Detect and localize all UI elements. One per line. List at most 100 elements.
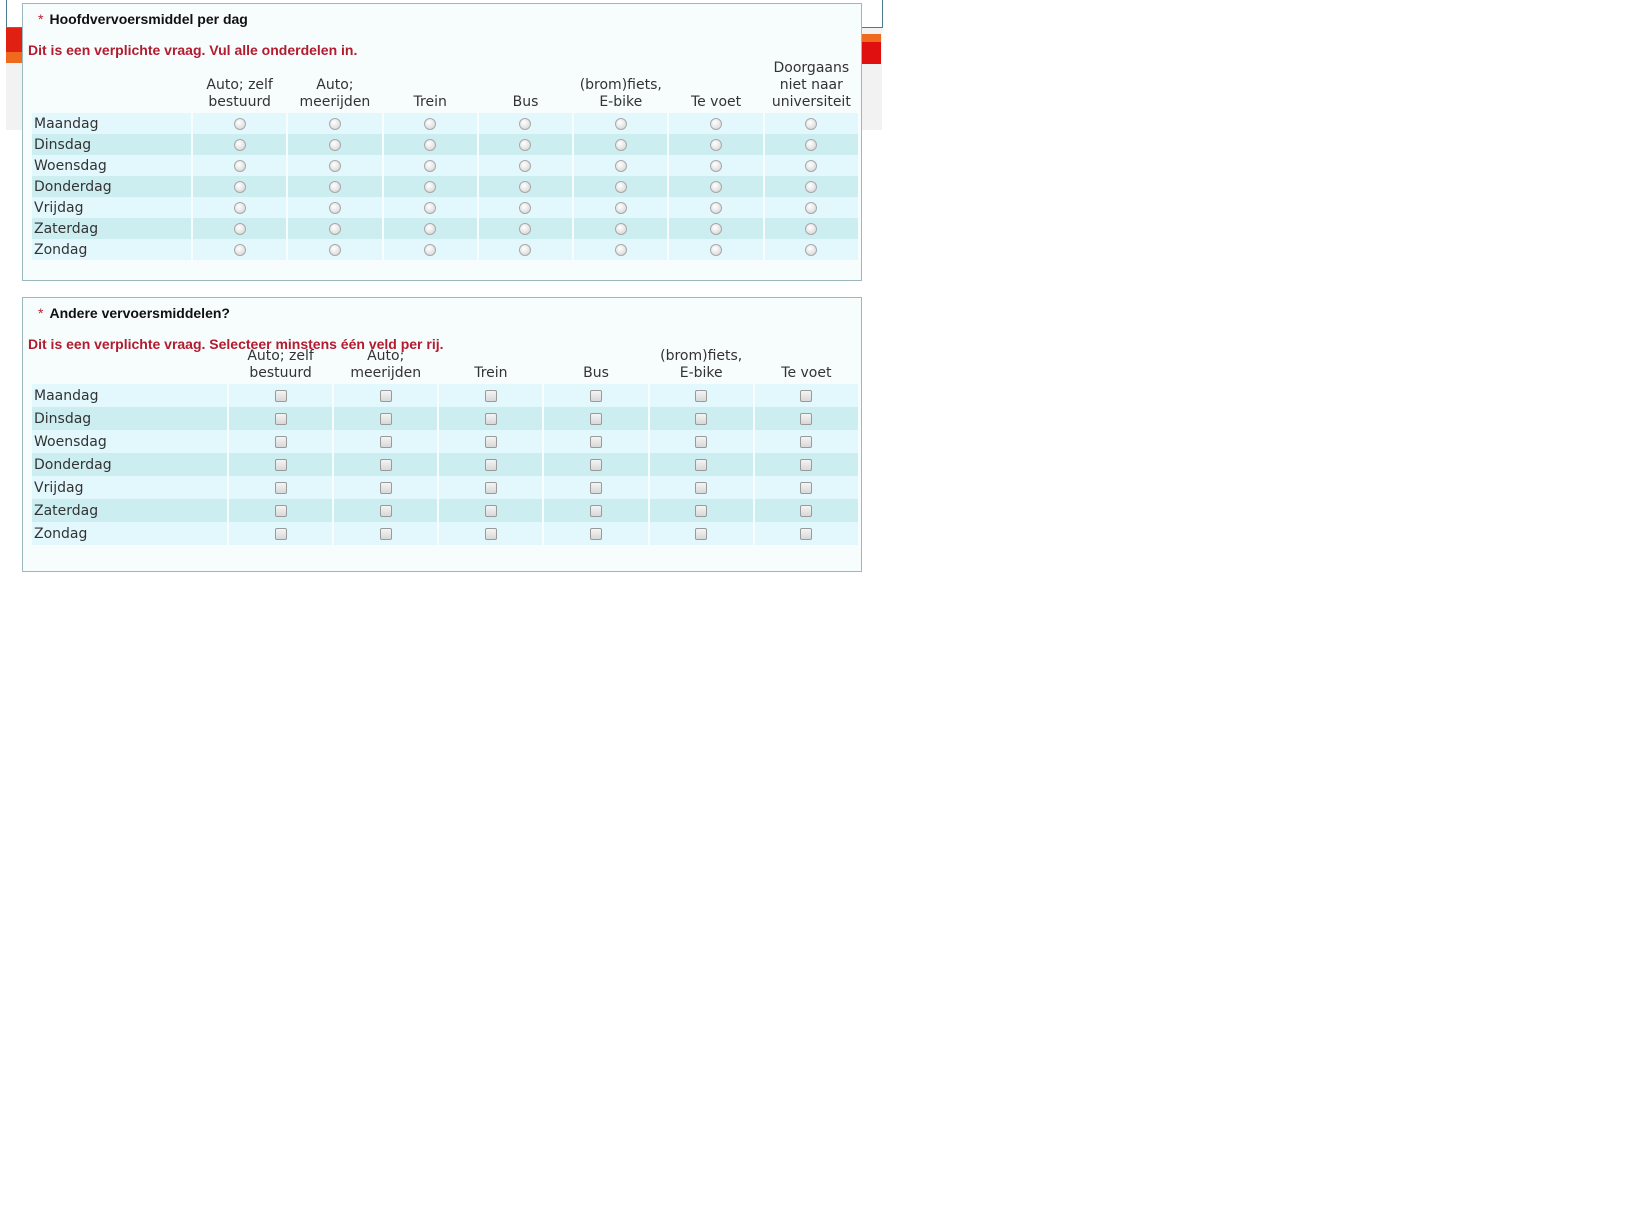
radio-button[interactable] (614, 201, 627, 214)
checkbox[interactable] (484, 435, 497, 448)
radio-button[interactable] (328, 243, 341, 256)
checkbox[interactable] (484, 527, 497, 540)
radio-button[interactable] (519, 222, 532, 235)
radio-button[interactable] (805, 222, 818, 235)
answer-cell (669, 218, 763, 239)
radio-button[interactable] (710, 138, 723, 151)
radio-button[interactable] (424, 201, 437, 214)
radio-button[interactable] (424, 159, 437, 172)
checkbox[interactable] (274, 527, 287, 540)
checkbox[interactable] (590, 412, 603, 425)
radio-button[interactable] (614, 117, 627, 130)
checkbox[interactable] (379, 481, 392, 494)
radio-button[interactable] (424, 180, 437, 193)
checkbox[interactable] (695, 412, 708, 425)
checkbox[interactable] (590, 435, 603, 448)
checkbox[interactable] (695, 389, 708, 402)
radio-button[interactable] (710, 243, 723, 256)
radio-button[interactable] (233, 201, 246, 214)
checkbox[interactable] (800, 504, 813, 517)
checkbox[interactable] (590, 458, 603, 471)
checkbox[interactable] (695, 458, 708, 471)
radio-button[interactable] (424, 222, 437, 235)
radio-button[interactable] (710, 222, 723, 235)
row-label: Zondag (32, 522, 227, 545)
radio-button[interactable] (519, 201, 532, 214)
radio-button[interactable] (710, 180, 723, 193)
radio-button[interactable] (519, 180, 532, 193)
checkbox[interactable] (800, 527, 813, 540)
radio-button[interactable] (233, 159, 246, 172)
checkbox[interactable] (695, 527, 708, 540)
checkbox[interactable] (590, 504, 603, 517)
radio-button[interactable] (805, 117, 818, 130)
checkbox[interactable] (379, 458, 392, 471)
radio-button[interactable] (328, 180, 341, 193)
checkbox[interactable] (695, 504, 708, 517)
checkbox[interactable] (379, 389, 392, 402)
radio-button[interactable] (614, 222, 627, 235)
checkbox[interactable] (274, 458, 287, 471)
answer-cell (669, 239, 763, 260)
answer-cell (193, 113, 287, 134)
radio-button[interactable] (805, 138, 818, 151)
radio-button[interactable] (710, 159, 723, 172)
checkbox[interactable] (484, 458, 497, 471)
radio-button[interactable] (233, 222, 246, 235)
radio-button[interactable] (519, 117, 532, 130)
radio-button[interactable] (805, 243, 818, 256)
radio-button[interactable] (519, 159, 532, 172)
answer-cell (764, 176, 858, 197)
checkbox[interactable] (800, 481, 813, 494)
radio-button[interactable] (614, 159, 627, 172)
radio-button[interactable] (328, 117, 341, 130)
checkbox[interactable] (274, 389, 287, 402)
answer-cell (439, 476, 543, 499)
radio-button[interactable] (328, 138, 341, 151)
checkbox[interactable] (590, 389, 603, 402)
checkbox[interactable] (274, 504, 287, 517)
checkbox[interactable] (800, 435, 813, 448)
checkbox[interactable] (379, 504, 392, 517)
checkbox[interactable] (484, 412, 497, 425)
checkbox[interactable] (695, 435, 708, 448)
checkbox[interactable] (274, 412, 287, 425)
column-header: Auto; meerijden (288, 60, 381, 113)
radio-button[interactable] (233, 138, 246, 151)
radio-button[interactable] (519, 138, 532, 151)
radio-button[interactable] (519, 243, 532, 256)
checkbox[interactable] (379, 435, 392, 448)
radio-button[interactable] (233, 180, 246, 193)
checkbox[interactable] (590, 481, 603, 494)
radio-button[interactable] (805, 180, 818, 193)
checkbox[interactable] (274, 435, 287, 448)
checkbox[interactable] (695, 481, 708, 494)
checkbox[interactable] (800, 389, 813, 402)
checkbox[interactable] (484, 504, 497, 517)
radio-button[interactable] (710, 201, 723, 214)
checkbox[interactable] (800, 412, 813, 425)
radio-button[interactable] (614, 138, 627, 151)
radio-button[interactable] (614, 243, 627, 256)
radio-button[interactable] (805, 201, 818, 214)
checkbox[interactable] (379, 527, 392, 540)
checkbox[interactable] (484, 389, 497, 402)
checkbox[interactable] (590, 527, 603, 540)
checkbox[interactable] (379, 412, 392, 425)
radio-button[interactable] (424, 138, 437, 151)
radio-button[interactable] (710, 117, 723, 130)
radio-button[interactable] (328, 159, 341, 172)
checkbox[interactable] (274, 481, 287, 494)
required-asterisk: * (38, 305, 44, 321)
radio-button[interactable] (233, 243, 246, 256)
radio-button[interactable] (328, 201, 341, 214)
radio-button[interactable] (805, 159, 818, 172)
radio-button[interactable] (424, 243, 437, 256)
radio-button[interactable] (424, 117, 437, 130)
checkbox[interactable] (800, 458, 813, 471)
answer-cell (383, 134, 477, 155)
radio-button[interactable] (614, 180, 627, 193)
radio-button[interactable] (233, 117, 246, 130)
checkbox[interactable] (484, 481, 497, 494)
radio-button[interactable] (328, 222, 341, 235)
